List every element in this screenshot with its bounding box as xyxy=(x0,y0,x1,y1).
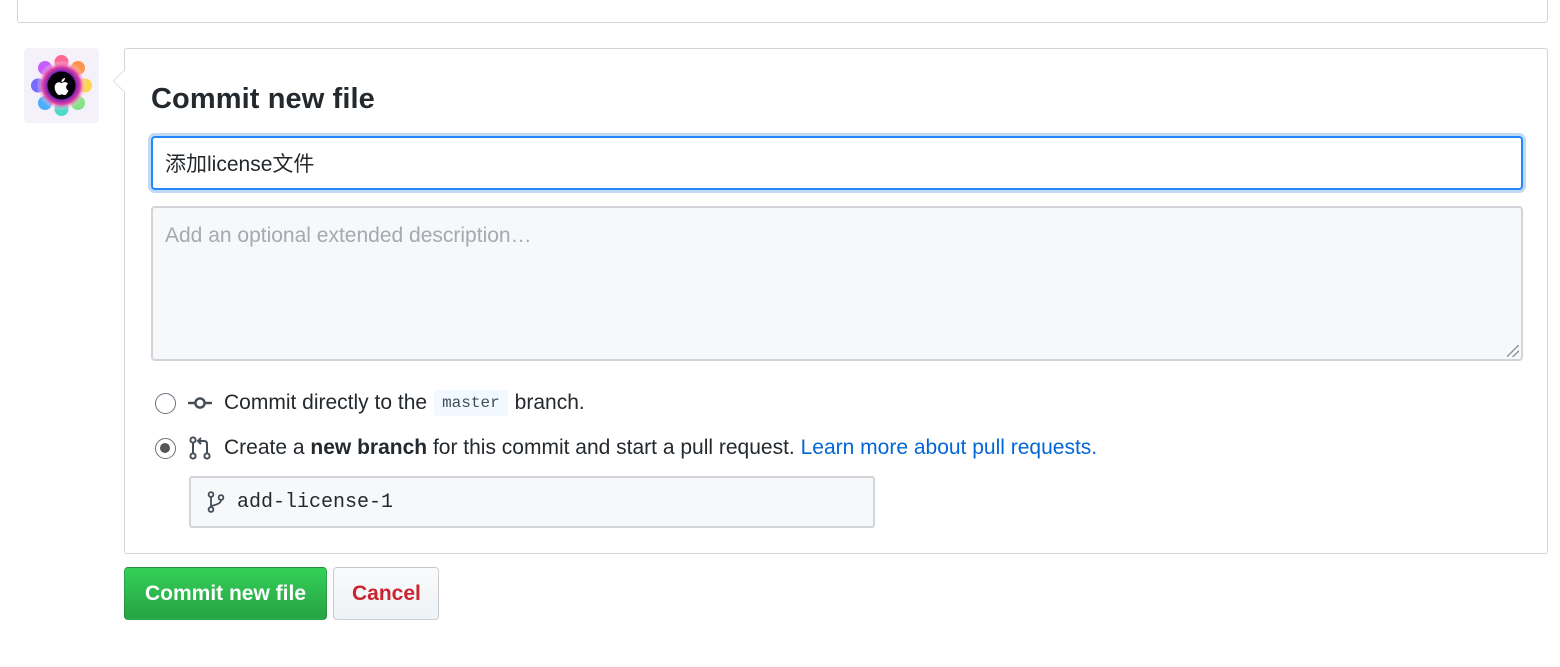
git-pull-request-icon xyxy=(189,436,211,460)
commit-direct-radio[interactable] xyxy=(155,392,176,414)
new-branch-text-before: Create a xyxy=(224,436,305,459)
branch-name-chip: master xyxy=(434,390,508,416)
commit-description-textarea[interactable] xyxy=(151,206,1523,361)
commit-new-file-button[interactable]: Commit new file xyxy=(124,567,327,620)
commit-summary-input[interactable] xyxy=(151,136,1523,190)
branch-name-input[interactable] xyxy=(237,490,857,514)
commit-direct-option[interactable]: Commit directly to the master branch. xyxy=(155,388,585,418)
commit-direct-text-after: branch. xyxy=(514,391,585,414)
cancel-button[interactable]: Cancel xyxy=(333,567,439,620)
branch-name-field[interactable] xyxy=(189,476,875,528)
resize-handle[interactable] xyxy=(1507,345,1519,357)
new-branch-text-after: for this commit and start a pull request… xyxy=(432,436,795,459)
avatar[interactable] xyxy=(24,48,99,123)
commit-title: Commit new file xyxy=(151,83,375,115)
apple-logo-icon xyxy=(24,48,99,123)
new-branch-option[interactable]: Create a new branch for this commit and … xyxy=(155,433,1097,463)
commit-direct-text-before: Commit directly to the xyxy=(224,391,428,414)
git-branch-icon xyxy=(207,491,225,513)
new-branch-radio[interactable] xyxy=(155,437,176,459)
previous-panel xyxy=(17,0,1548,23)
commit-form: Commit new file Commit directly to the m… xyxy=(113,48,1548,554)
learn-more-pull-requests-link[interactable]: Learn more about pull requests. xyxy=(801,436,1098,460)
git-commit-icon xyxy=(188,397,212,409)
new-branch-bold: new branch xyxy=(310,436,428,459)
